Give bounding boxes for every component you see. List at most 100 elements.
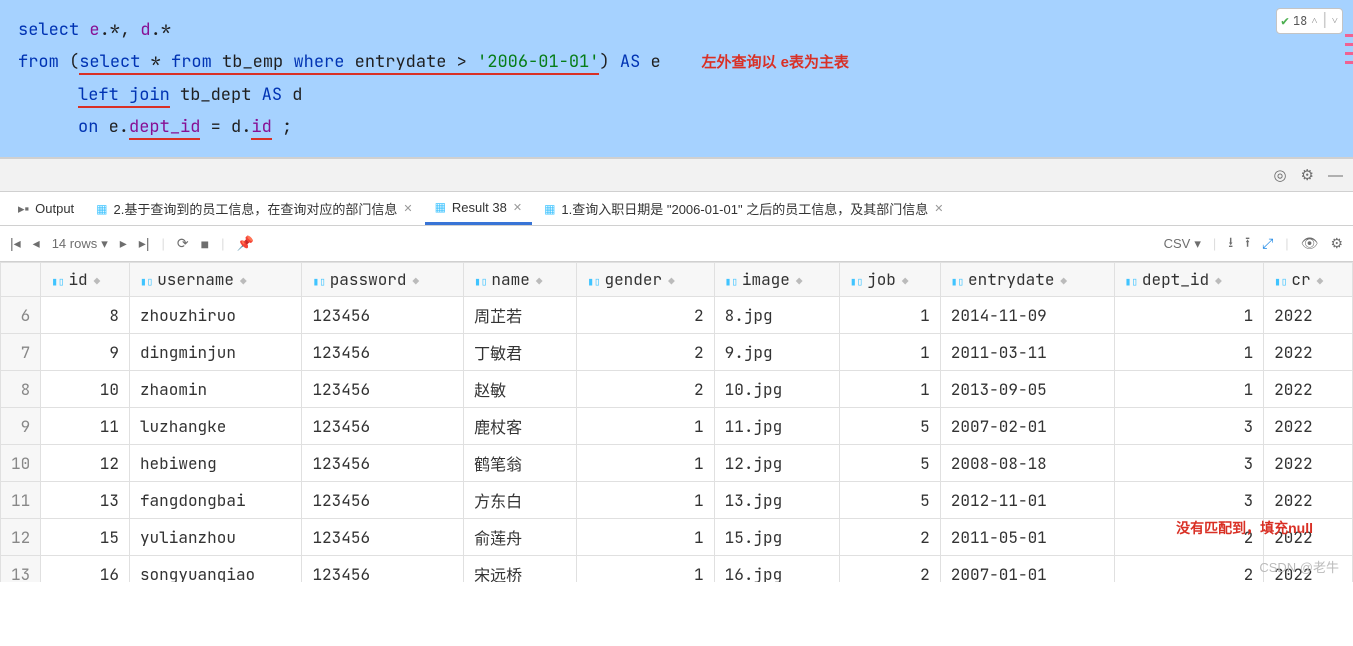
cell-entrydate[interactable]: 2013-09-05 — [940, 371, 1114, 408]
cell-id[interactable]: 15 — [41, 519, 130, 556]
cell-id[interactable]: 10 — [41, 371, 130, 408]
code-line[interactable]: on e.dept_id = d.id ; — [18, 111, 1343, 143]
cell-image[interactable]: 15.jpg — [714, 519, 839, 556]
inspection-badge[interactable]: ✔ 18 ˄ | ˅ — [1276, 8, 1343, 34]
cell-name[interactable]: 方东白 — [464, 482, 577, 519]
cell-name[interactable]: 宋远桥 — [464, 556, 577, 583]
sql-editor[interactable]: ✔ 18 ˄ | ˅ select e.*, d.* from (select … — [0, 0, 1353, 158]
table-row[interactable]: 810zhaomin123456赵敏210.jpg12013-09-051202… — [1, 371, 1353, 408]
cell-cr[interactable]: 2022 — [1264, 445, 1353, 482]
table-row[interactable]: 68zhouzhiruo123456周芷若28.jpg12014-11-0912… — [1, 297, 1353, 334]
cell-id[interactable]: 16 — [41, 556, 130, 583]
upload-icon[interactable]: ⭱ — [1245, 232, 1250, 256]
cell-cr[interactable]: 2022 — [1264, 408, 1353, 445]
sort-icon[interactable]: ◆ — [1317, 275, 1324, 289]
cell-username[interactable]: yulianzhou — [129, 519, 302, 556]
sort-icon[interactable]: ◆ — [413, 275, 420, 289]
cell-password[interactable]: 123456 — [302, 408, 464, 445]
sort-icon[interactable]: ◆ — [902, 275, 909, 289]
cell-id[interactable]: 8 — [41, 297, 130, 334]
sort-icon[interactable]: ◆ — [796, 275, 803, 289]
first-page-icon[interactable]: |◂ — [10, 235, 21, 252]
cell-cr[interactable]: 2022 — [1264, 371, 1353, 408]
code-line[interactable]: from (select * from tb_emp where entryda… — [18, 46, 1343, 79]
cell-gender[interactable]: 1 — [577, 408, 714, 445]
cell-name[interactable]: 赵敏 — [464, 371, 577, 408]
cell-job[interactable]: 5 — [839, 408, 940, 445]
cell-dept_id[interactable]: 1 — [1114, 334, 1264, 371]
cell-password[interactable]: 123456 — [302, 334, 464, 371]
cell-username[interactable]: zhaomin — [129, 371, 302, 408]
cell-job[interactable]: 2 — [839, 519, 940, 556]
cell-password[interactable]: 123456 — [302, 297, 464, 334]
tab-query-1[interactable]: ▦ 1.查询入职日期是 "2006-01-01" 之后的员工信息，及其部门信息 … — [534, 192, 953, 225]
cell-job[interactable]: 5 — [839, 445, 940, 482]
cell-dept_id[interactable]: 3 — [1114, 445, 1264, 482]
cell-job[interactable]: 1 — [839, 334, 940, 371]
cell-gender[interactable]: 1 — [577, 556, 714, 583]
table-row[interactable]: 1113fangdongbai123456方东白113.jpg52012-11-… — [1, 482, 1353, 519]
cell-dept_id[interactable]: 2 — [1114, 519, 1264, 556]
sort-icon[interactable]: ◆ — [1215, 275, 1222, 289]
cell-gender[interactable]: 1 — [577, 445, 714, 482]
cell-cr[interactable]: 2022 — [1264, 334, 1353, 371]
cell-gender[interactable]: 2 — [577, 371, 714, 408]
cell-entrydate[interactable]: 2011-05-01 — [940, 519, 1114, 556]
cell-username[interactable]: fangdongbai — [129, 482, 302, 519]
cell-image[interactable]: 11.jpg — [714, 408, 839, 445]
column-header-cr[interactable]: ▮▯cr◆ — [1264, 263, 1353, 297]
table-row[interactable]: 911luzhangke123456鹿杖客111.jpg52007-02-013… — [1, 408, 1353, 445]
cell-gender[interactable]: 2 — [577, 297, 714, 334]
cell-cr[interactable]: 2022 — [1264, 556, 1353, 583]
tab-result-38[interactable]: ▦ Result 38 ✕ — [425, 192, 532, 225]
cell-gender[interactable]: 1 — [577, 482, 714, 519]
cell-job[interactable]: 1 — [839, 297, 940, 334]
cell-name[interactable]: 鹤笔翁 — [464, 445, 577, 482]
settings-icon[interactable]: ⚙ — [1330, 235, 1343, 252]
close-icon[interactable]: ✕ — [934, 202, 943, 215]
cell-username[interactable]: dingminjun — [129, 334, 302, 371]
sort-icon[interactable]: ◆ — [94, 275, 101, 289]
cell-cr[interactable]: 2022 — [1264, 482, 1353, 519]
gear-icon[interactable]: ⚙ — [1301, 166, 1314, 184]
cell-id[interactable]: 13 — [41, 482, 130, 519]
cell-entrydate[interactable]: 2012-11-01 — [940, 482, 1114, 519]
cell-entrydate[interactable]: 2011-03-11 — [940, 334, 1114, 371]
cell-password[interactable]: 123456 — [302, 445, 464, 482]
cell-username[interactable]: hebiweng — [129, 445, 302, 482]
sort-icon[interactable]: ◆ — [536, 275, 543, 289]
cell-image[interactable]: 9.jpg — [714, 334, 839, 371]
export-format-selector[interactable]: CSV ▾ — [1164, 236, 1201, 252]
table-row[interactable]: 1012hebiweng123456鹤笔翁112.jpg52008-08-183… — [1, 445, 1353, 482]
cell-image[interactable]: 13.jpg — [714, 482, 839, 519]
cell-id[interactable]: 9 — [41, 334, 130, 371]
cell-dept_id[interactable]: 1 — [1114, 297, 1264, 334]
column-header-job[interactable]: ▮▯job◆ — [839, 263, 940, 297]
cell-dept_id[interactable]: 1 — [1114, 371, 1264, 408]
cell-image[interactable]: 16.jpg — [714, 556, 839, 583]
pin-icon[interactable]: 📌 — [236, 235, 253, 252]
cell-dept_id[interactable]: 2 — [1114, 556, 1264, 583]
sort-icon[interactable]: ◆ — [240, 275, 247, 289]
last-page-icon[interactable]: ▸| — [139, 235, 150, 252]
refresh-icon[interactable]: ⟳ — [177, 235, 189, 252]
stop-icon[interactable]: ■ — [201, 236, 209, 252]
chevron-down-icon[interactable]: ˅ — [1332, 5, 1338, 37]
cell-id[interactable]: 12 — [41, 445, 130, 482]
prev-page-icon[interactable]: ◂ — [33, 235, 40, 252]
cell-image[interactable]: 12.jpg — [714, 445, 839, 482]
table-row[interactable]: 1215yulianzhou123456俞莲舟115.jpg22011-05-0… — [1, 519, 1353, 556]
cell-name[interactable]: 丁敏君 — [464, 334, 577, 371]
cell-image[interactable]: 10.jpg — [714, 371, 839, 408]
sort-icon[interactable]: ◆ — [1060, 275, 1067, 289]
cell-image[interactable]: 8.jpg — [714, 297, 839, 334]
cell-password[interactable]: 123456 — [302, 371, 464, 408]
cell-entrydate[interactable]: 2007-02-01 — [940, 408, 1114, 445]
cell-username[interactable]: luzhangke — [129, 408, 302, 445]
cell-password[interactable]: 123456 — [302, 519, 464, 556]
cell-entrydate[interactable]: 2007-01-01 — [940, 556, 1114, 583]
cell-cr[interactable]: 2022 — [1264, 297, 1353, 334]
cell-job[interactable]: 5 — [839, 482, 940, 519]
cell-name[interactable]: 周芷若 — [464, 297, 577, 334]
cell-entrydate[interactable]: 2014-11-09 — [940, 297, 1114, 334]
